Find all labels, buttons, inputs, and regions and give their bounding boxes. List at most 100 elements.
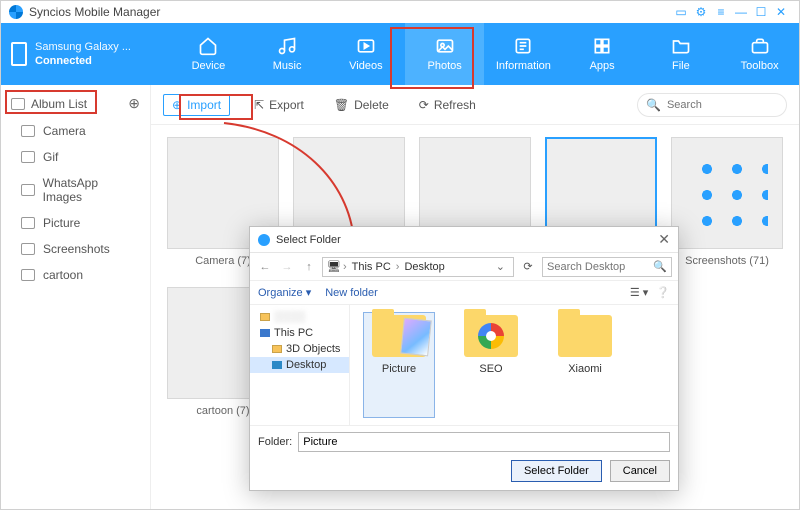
sidebar-item-whatsapp[interactable]: WhatsApp Images <box>1 170 150 210</box>
view-button[interactable]: ☰ ▾ <box>630 286 648 299</box>
export-label: Export <box>269 98 304 112</box>
search-icon: 🔍 <box>646 98 661 112</box>
album-icon <box>21 217 35 229</box>
plus-icon: ⊕ <box>172 98 182 112</box>
crumb-seg[interactable]: This PC <box>349 261 394 273</box>
video-icon <box>355 36 377 56</box>
album-icon <box>21 184 35 196</box>
dialog-search-input[interactable] <box>547 261 649 273</box>
sidebar-item-cartoon[interactable]: cartoon <box>1 262 150 288</box>
folder-field-label: Folder: <box>258 436 292 448</box>
app-title: Syncios Mobile Manager <box>29 5 160 19</box>
tab-device[interactable]: Device <box>169 23 248 85</box>
close-button[interactable]: ✕ <box>771 5 791 19</box>
settings-icon[interactable]: ⚙ <box>691 5 711 19</box>
tab-file[interactable]: File <box>642 23 721 85</box>
tree-quick[interactable]: ░░░░ <box>250 309 349 325</box>
nav-tabs: Device Music Videos Photos Information A… <box>169 23 799 85</box>
tab-toolbox[interactable]: Toolbox <box>720 23 799 85</box>
folder-picture[interactable]: Picture <box>364 313 434 417</box>
folder-field[interactable] <box>298 432 670 452</box>
tab-apps[interactable]: Apps <box>563 23 642 85</box>
albumlist-icon <box>11 98 25 110</box>
minimize-button[interactable]: — <box>731 5 751 19</box>
dialog-logo-icon <box>258 234 270 246</box>
organize-button[interactable]: Organize ▾ <box>258 286 311 299</box>
folder-xiaomi[interactable]: Xiaomi <box>550 315 620 415</box>
newfolder-button[interactable]: New folder <box>325 287 378 299</box>
dialog-close-button[interactable]: ✕ <box>658 231 670 248</box>
search-input[interactable] <box>667 99 778 111</box>
folder-seo[interactable]: SEO <box>456 315 526 415</box>
dialog-search[interactable]: 🔍 <box>542 257 672 277</box>
tab-label: Toolbox <box>741 60 779 72</box>
album-icon <box>21 243 35 255</box>
folder-icon <box>372 315 426 357</box>
home-icon <box>197 36 219 56</box>
device-icon <box>11 42 27 66</box>
device-panel[interactable]: Samsung Galaxy ... Connected <box>1 23 169 85</box>
sidebar-item-screenshots[interactable]: Screenshots <box>1 236 150 262</box>
dialog-titlebar: Select Folder ✕ <box>250 227 678 253</box>
crumb-seg[interactable]: Desktop <box>401 261 447 273</box>
sidebar: Album List ⊕ Camera Gif WhatsApp Images … <box>1 85 151 509</box>
thumb-image <box>671 137 783 249</box>
folder-icon <box>558 315 612 357</box>
toolbar: ⊕Import ⇱ Export 🗑Delete ⟳ Refresh 🔍 <box>151 85 799 125</box>
tab-photos[interactable]: Photos <box>405 23 484 85</box>
toolbox-icon <box>749 36 771 56</box>
refresh-label: Refresh <box>434 98 476 112</box>
folder-label: Xiaomi <box>550 363 620 375</box>
add-album-button[interactable]: ⊕ <box>128 95 140 112</box>
sidebar-item-gif[interactable]: Gif <box>1 144 150 170</box>
tree-label: Desktop <box>286 359 326 371</box>
maximize-button[interactable]: ☐ <box>751 5 771 19</box>
search-box[interactable]: 🔍 <box>637 93 787 117</box>
refresh-button[interactable]: ⟳ Refresh <box>413 94 482 116</box>
dialog-footer: Folder: Select Folder Cancel <box>250 425 678 490</box>
device-status: Connected <box>35 54 131 68</box>
monitor-icon[interactable]: ▭ <box>671 5 691 19</box>
folder-label: SEO <box>456 363 526 375</box>
tab-information[interactable]: Information <box>484 23 563 85</box>
tree-thispc[interactable]: This PC <box>250 325 349 341</box>
sidebar-item-label: Camera <box>43 124 86 138</box>
sidebar-title: Album List <box>31 97 87 111</box>
select-folder-button[interactable]: Select Folder <box>511 460 602 482</box>
tree-3dobjects[interactable]: 3D Objects <box>250 341 349 357</box>
cancel-button[interactable]: Cancel <box>610 460 670 482</box>
up-button[interactable]: ↑ <box>300 261 318 273</box>
file-icon <box>670 36 692 56</box>
tab-videos[interactable]: Videos <box>327 23 406 85</box>
export-button[interactable]: ⇱ Export <box>248 94 310 116</box>
music-icon <box>276 36 298 56</box>
breadcrumb[interactable]: 🖥 › This PC › Desktop ⌄ <box>322 257 514 277</box>
tree-desktop[interactable]: Desktop <box>250 357 349 373</box>
refresh-icon: ⟳ <box>419 98 429 112</box>
menu-icon[interactable]: ≡ <box>711 5 731 19</box>
dialog-nav: ← → ↑ 🖥 › This PC › Desktop ⌄ ⟳ 🔍 <box>250 253 678 281</box>
chevron-down-icon[interactable]: ⌄ <box>492 260 509 273</box>
dialog-toolbar: Organize ▾ New folder ☰ ▾ ❔ <box>250 281 678 305</box>
pc-icon: 🖥 <box>327 260 341 273</box>
help-button[interactable]: ❔ <box>656 286 670 299</box>
device-name: Samsung Galaxy ... <box>35 40 131 54</box>
back-button[interactable]: ← <box>256 261 274 273</box>
export-icon: ⇱ <box>254 98 264 112</box>
folder-label: Picture <box>366 363 432 375</box>
delete-button[interactable]: 🗑Delete <box>328 94 395 116</box>
forward-button[interactable]: → <box>278 261 296 273</box>
select-folder-dialog: Select Folder ✕ ← → ↑ 🖥 › This PC › Desk… <box>249 226 679 491</box>
tab-music[interactable]: Music <box>248 23 327 85</box>
tab-label: Music <box>273 60 302 72</box>
album-thumb-screenshots[interactable]: Screenshots (71) <box>671 137 783 267</box>
sidebar-item-picture[interactable]: Picture <box>1 210 150 236</box>
import-button[interactable]: ⊕Import <box>163 94 230 116</box>
album-icon <box>21 269 35 281</box>
sidebar-item-camera[interactable]: Camera <box>1 118 150 144</box>
sidebar-header: Album List ⊕ <box>1 89 150 118</box>
refresh-button[interactable]: ⟳ <box>518 260 538 273</box>
tab-label: Information <box>496 60 551 72</box>
app-logo-icon <box>9 5 23 19</box>
folder-icon <box>464 315 518 357</box>
